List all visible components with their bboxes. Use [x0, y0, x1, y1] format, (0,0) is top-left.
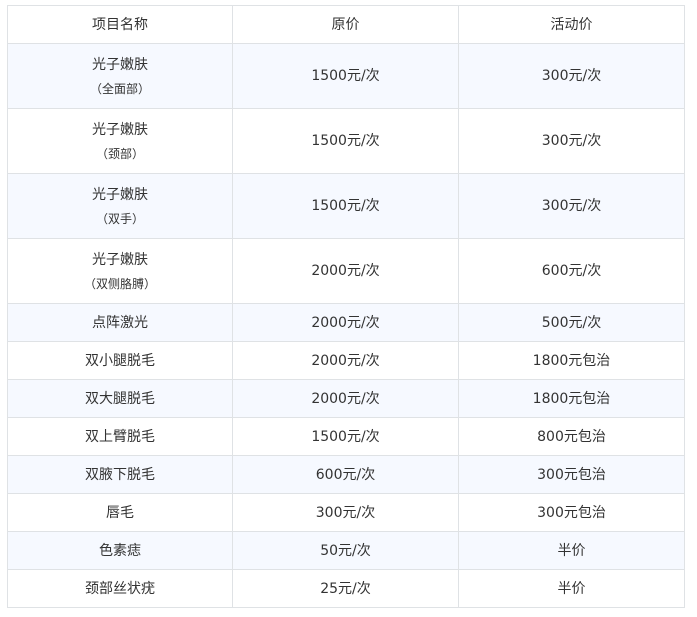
table-row: 色素痣 50元/次 半价	[7, 531, 685, 570]
promo-price-cell: 300元/次	[458, 108, 685, 174]
original-price-cell: 300元/次	[232, 493, 459, 532]
original-price-cell: 1500元/次	[232, 108, 459, 174]
item-name-cell: 光子嫩肤 （颈部）	[7, 108, 233, 174]
item-name-cell: 双腋下脱毛	[7, 455, 233, 494]
table-row: 光子嫩肤 （全面部） 1500元/次 300元/次	[7, 43, 685, 109]
original-price-cell: 600元/次	[232, 455, 459, 494]
promo-price-cell: 500元/次	[458, 303, 685, 342]
table-row: 双上臂脱毛 1500元/次 800元包治	[7, 417, 685, 456]
original-price-cell: 1500元/次	[232, 173, 459, 239]
promo-price-cell: 600元/次	[458, 238, 685, 304]
promo-price-cell: 800元包治	[458, 417, 685, 456]
item-name: 光子嫩肤	[92, 121, 148, 138]
table-row: 双大腿脱毛 2000元/次 1800元包治	[7, 379, 685, 418]
promo-price-cell: 300元包治	[458, 493, 685, 532]
item-name-cell: 双大腿脱毛	[7, 379, 233, 418]
item-name-cell: 颈部丝状疣	[7, 569, 233, 608]
promo-price-cell: 半价	[458, 531, 685, 570]
original-price-cell: 1500元/次	[232, 43, 459, 109]
table-row: 颈部丝状疣 25元/次 半价	[7, 569, 685, 608]
item-name: 光子嫩肤	[92, 186, 148, 203]
original-price-cell: 2000元/次	[232, 341, 459, 380]
original-price-cell: 2000元/次	[232, 303, 459, 342]
table-row: 双腋下脱毛 600元/次 300元包治	[7, 455, 685, 494]
table-row: 光子嫩肤 （颈部） 1500元/次 300元/次	[7, 108, 685, 174]
promo-price-cell: 半价	[458, 569, 685, 608]
table-row: 双小腿脱毛 2000元/次 1800元包治	[7, 341, 685, 380]
item-name-cell: 光子嫩肤 （全面部）	[7, 43, 233, 109]
price-table: 项目名称 原价 活动价 光子嫩肤 （全面部） 1500元/次 300元/次 光子…	[7, 5, 685, 608]
header-item-name: 项目名称	[7, 5, 233, 44]
item-name-cell: 双上臂脱毛	[7, 417, 233, 456]
table-row: 光子嫩肤 （双侧胳膊） 2000元/次 600元/次	[7, 238, 685, 304]
header-original-price: 原价	[232, 5, 459, 44]
original-price-cell: 1500元/次	[232, 417, 459, 456]
original-price-cell: 50元/次	[232, 531, 459, 570]
table-row: 点阵激光 2000元/次 500元/次	[7, 303, 685, 342]
promo-price-cell: 300元包治	[458, 455, 685, 494]
item-name-cell: 点阵激光	[7, 303, 233, 342]
item-name-cell: 唇毛	[7, 493, 233, 532]
item-subname: （双侧胳膊）	[83, 276, 156, 291]
promo-price-cell: 300元/次	[458, 173, 685, 239]
header-promo-price: 活动价	[458, 5, 685, 44]
item-name-cell: 双小腿脱毛	[7, 341, 233, 380]
original-price-cell: 25元/次	[232, 569, 459, 608]
item-name-cell: 光子嫩肤 （双侧胳膊）	[7, 238, 233, 304]
item-name-cell: 光子嫩肤 （双手）	[7, 173, 233, 239]
price-table-container: 项目名称 原价 活动价 光子嫩肤 （全面部） 1500元/次 300元/次 光子…	[7, 5, 685, 608]
item-name-cell: 色素痣	[7, 531, 233, 570]
item-subname: （颈部）	[95, 146, 144, 161]
promo-price-cell: 300元/次	[458, 43, 685, 109]
item-subname: （双手）	[95, 211, 144, 226]
table-header-row: 项目名称 原价 活动价	[7, 5, 685, 44]
promo-price-cell: 1800元包治	[458, 379, 685, 418]
item-name: 光子嫩肤	[92, 56, 148, 73]
table-row: 唇毛 300元/次 300元包治	[7, 493, 685, 532]
item-subname: （全面部）	[89, 81, 150, 96]
original-price-cell: 2000元/次	[232, 379, 459, 418]
item-name: 光子嫩肤	[92, 251, 148, 268]
table-row: 光子嫩肤 （双手） 1500元/次 300元/次	[7, 173, 685, 239]
promo-price-cell: 1800元包治	[458, 341, 685, 380]
original-price-cell: 2000元/次	[232, 238, 459, 304]
